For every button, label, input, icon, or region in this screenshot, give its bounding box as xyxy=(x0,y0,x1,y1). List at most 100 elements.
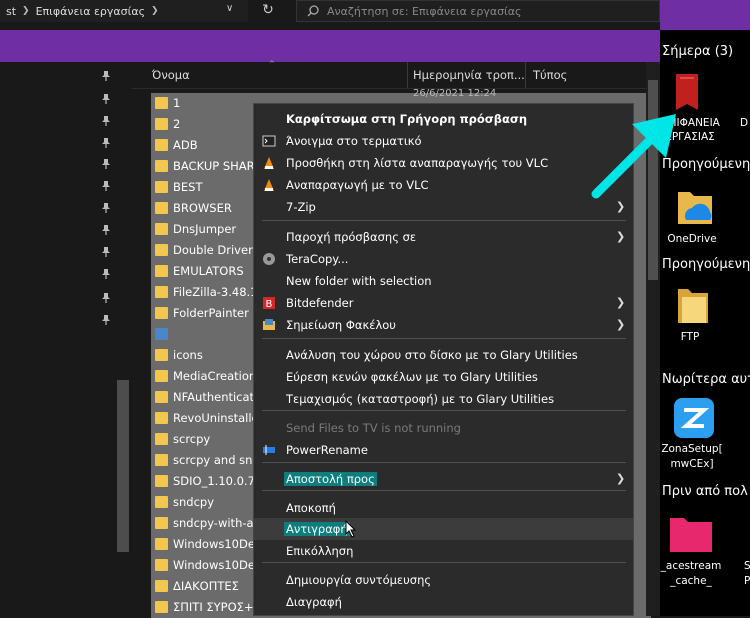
pin-icon[interactable] xyxy=(100,158,112,170)
menu-item[interactable]: Διαγραφή xyxy=(254,591,633,613)
folder-icon xyxy=(155,370,168,382)
menu-item[interactable]: TeraCopy... xyxy=(254,248,633,270)
menu-item-label: Καρφίτσωμα στη Γρήγορη πρόσβαση xyxy=(286,112,528,126)
pin-icon[interactable] xyxy=(100,137,112,149)
pin-icon[interactable] xyxy=(100,93,112,105)
folder-icon xyxy=(155,139,168,151)
group-title-earlier[interactable]: Νωρίτερα αυτ xyxy=(662,372,750,387)
ftp-folder-icon[interactable] xyxy=(676,285,710,327)
desktop-label: D xyxy=(740,117,749,129)
menu-item-label: Αντιγραφή xyxy=(284,522,350,536)
desktop-label: _acestream xyxy=(660,560,722,572)
pink-folder-icon[interactable] xyxy=(668,514,714,554)
bitdefender-icon: B xyxy=(263,297,275,310)
folder-icon xyxy=(155,349,168,361)
menu-item[interactable]: Αναπαραγωγή με το VLC xyxy=(254,174,633,196)
chevron-right-icon: ❯ xyxy=(616,472,626,485)
control-panel-icon xyxy=(155,328,168,340)
pin-icon[interactable] xyxy=(100,224,112,236)
menu-item[interactable]: Καρφίτσωμα στη Γρήγορη πρόσβαση xyxy=(254,108,633,130)
menu-item[interactable]: Εύρεση κενών φακέλων με το Glary Utiliti… xyxy=(254,366,633,388)
menu-separator xyxy=(262,462,626,463)
accent-band xyxy=(0,30,660,62)
folder-icon xyxy=(155,202,168,214)
zona-app-icon[interactable] xyxy=(672,396,716,440)
sort-up-icon: ⌃ xyxy=(268,60,276,70)
column-name[interactable]: Όνομα xyxy=(152,68,190,82)
menu-item[interactable]: Σημείωση Φακέλου ❯ xyxy=(254,314,633,336)
address-path[interactable]: Επιφάνεια εργασίας xyxy=(36,5,145,18)
folder-icon xyxy=(155,517,168,529)
address-bar[interactable]: st ❯ Επιφάνεια εργασίας ❯ xyxy=(0,0,248,22)
menu-item[interactable]: Δημιουργία συντόμευσης xyxy=(254,569,633,591)
vlc-icon xyxy=(264,157,274,169)
menu-item[interactable]: 7-Zip ❯ xyxy=(254,196,633,218)
folder-icon xyxy=(155,433,168,445)
folder-icon xyxy=(155,538,168,550)
search-icon xyxy=(307,5,319,17)
pin-icon[interactable] xyxy=(100,180,112,192)
pin-icon[interactable] xyxy=(100,115,112,127)
group-title-long-ago[interactable]: Πριν από πολ xyxy=(662,484,748,499)
pin-icon[interactable] xyxy=(100,70,112,82)
file-name: FolderPainter xyxy=(173,306,249,320)
search-input[interactable]: Αναζήτηση σε: Επιφάνεια εργασίας xyxy=(296,0,660,22)
file-name: sndcpy xyxy=(173,495,215,509)
address-prefix[interactable]: st xyxy=(6,5,16,18)
folder-icon xyxy=(155,286,168,298)
folder-icon xyxy=(155,475,168,487)
menu-item[interactable]: Παροχή πρόσβασης σε ❯ xyxy=(254,226,633,248)
pin-icon[interactable] xyxy=(100,292,112,304)
column-date[interactable]: Ημερομηνία τροπ... xyxy=(413,68,525,82)
chevron-right-icon: ❯ xyxy=(22,6,30,16)
pin-icon[interactable] xyxy=(100,268,112,280)
menu-item[interactable]: Τεμαχισμός (καταστροφή) με το Glary Util… xyxy=(254,388,633,410)
menu-item[interactable]: PowerRename xyxy=(254,439,633,461)
file-name: BACKUP SHAR xyxy=(173,159,255,173)
file-name: ADB xyxy=(173,138,198,152)
pin-icon[interactable] xyxy=(100,202,112,214)
pin-icon[interactable] xyxy=(100,246,112,258)
menu-item-label: Αποκοπή xyxy=(286,501,336,515)
file-name: BEST xyxy=(173,180,203,194)
refresh-icon[interactable]: ↻ xyxy=(256,2,280,22)
menu-item-label: Προσθήκη στη λίστα αναπαραγωγής του VLC xyxy=(286,156,549,170)
column-divider[interactable] xyxy=(525,62,526,88)
menu-item[interactable]: New folder with selection xyxy=(254,270,633,292)
group-title-today[interactable]: Σήμερα (3) xyxy=(662,44,733,59)
desktop-label: S xyxy=(744,560,750,572)
menu-item[interactable]: Αντιγραφή xyxy=(254,518,633,540)
menu-item[interactable]: Αποκοπή xyxy=(254,497,633,519)
menu-item[interactable]: B Bitdefender ❯ xyxy=(254,292,633,314)
menu-item[interactable]: Αποστολή προς ❯ xyxy=(254,468,633,490)
menu-item-label: PowerRename xyxy=(286,443,368,457)
menu-item-label: Δημιουργία συντόμευσης xyxy=(286,573,432,587)
context-menu[interactable]: Καρφίτσωμα στη Γρήγορη πρόσβαση Άνοιγμα σ… xyxy=(253,103,634,616)
chevron-right-icon: ❯ xyxy=(616,230,626,243)
group-title-previous-2[interactable]: Προηγούμενη xyxy=(662,257,750,272)
menu-item[interactable]: Ανάλυση του χώρου στο δίσκο με το Glary … xyxy=(254,344,633,366)
desktop-label: FTP xyxy=(680,331,700,343)
file-name: DnsJumper xyxy=(173,222,237,236)
folder-icon xyxy=(155,601,168,613)
column-divider[interactable] xyxy=(407,62,408,88)
column-type[interactable]: Τύπος xyxy=(533,68,567,82)
menu-item-label: TeraCopy... xyxy=(286,252,349,266)
file-name: Double Driver xyxy=(173,243,253,257)
pin-icon[interactable] xyxy=(100,314,112,326)
chevron-down-icon[interactable]: ∨ xyxy=(226,3,233,14)
menu-item[interactable]: Άνοιγμα στο τερματικό xyxy=(254,130,633,152)
menu-item-label: New folder with selection xyxy=(286,274,432,288)
search-placeholder: Αναζήτηση σε: Επιφάνεια εργασίας xyxy=(327,4,522,18)
nav-scrollbar-thumb[interactable] xyxy=(117,380,129,552)
file-name: MediaCreation xyxy=(173,369,257,383)
menu-item[interactable]: Επικόλληση xyxy=(254,540,633,562)
chevron-right-icon: ❯ xyxy=(151,6,159,16)
menu-item-label: Bitdefender xyxy=(286,296,354,310)
file-name: ΔΙΑΚΟΠΤΕΣ xyxy=(173,579,239,593)
desktop-purple-band xyxy=(660,0,750,30)
desktop-label: P xyxy=(744,575,750,587)
file-date: 26/6/2021 12:24 xyxy=(413,88,497,99)
desktop-label: _cache_ xyxy=(670,575,712,587)
menu-item[interactable]: Προσθήκη στη λίστα αναπαραγωγής του VLC xyxy=(254,152,633,174)
